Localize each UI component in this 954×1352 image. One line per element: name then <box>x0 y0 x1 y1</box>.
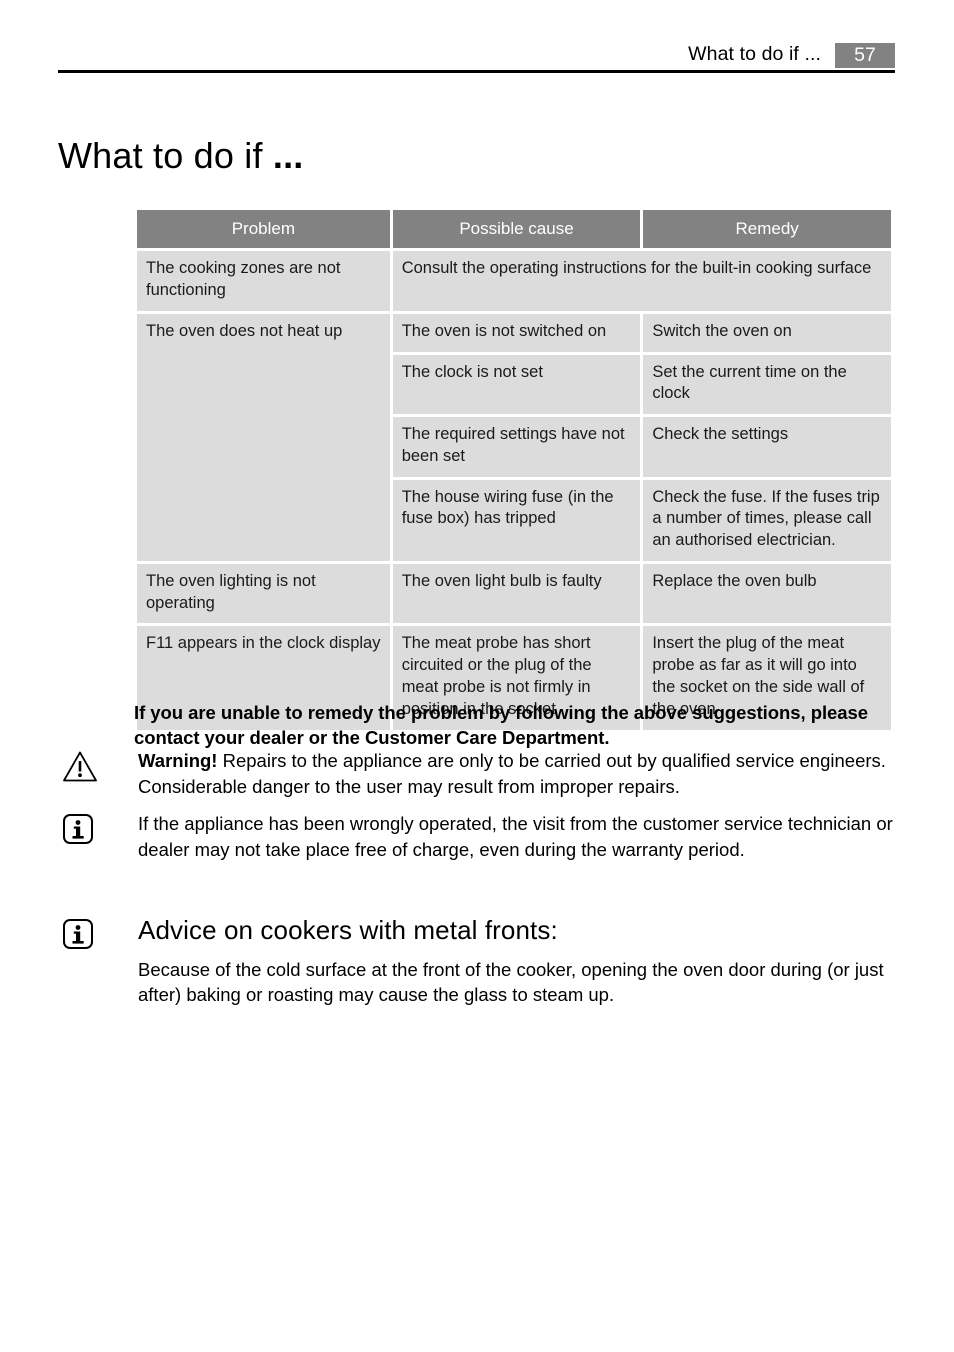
cell-remedy: Switch the oven on <box>643 313 891 352</box>
cell-cause: The oven light bulb is faulty <box>392 563 641 624</box>
cell-remedy: Check the settings <box>643 417 891 477</box>
cell-remedy: Set the current time on the clock <box>643 354 891 415</box>
cell-cause: The oven is not switched on <box>392 313 641 352</box>
cell-problem: The oven lighting is not operating <box>137 563 390 624</box>
table-row: The oven does not heat up The oven is no… <box>137 313 891 561</box>
cell-cause: The clock is not set <box>392 354 641 415</box>
warning-note: Warning! Repairs to the appliance are on… <box>58 748 898 799</box>
column-header-possible-cause: Possible cause <box>392 210 641 249</box>
advice-note-body: Advice on cookers with metal fronts: Bec… <box>138 915 898 1008</box>
warning-triangle-icon <box>58 748 138 783</box>
table-row: The oven lighting is not operating The o… <box>137 563 891 624</box>
troubleshooting-table: Problem Possible cause Remedy The cookin… <box>134 207 894 733</box>
cell-remedy: Check the fuse. If the fuses trip a numb… <box>643 479 891 561</box>
warning-note-body: Warning! Repairs to the appliance are on… <box>138 748 898 799</box>
page-number-badge: 57 <box>835 43 895 68</box>
info-icon <box>58 811 138 845</box>
column-header-problem: Problem <box>137 210 390 249</box>
cell-cause: Consult the operating instructions for t… <box>392 251 891 311</box>
table-header-row: Problem Possible cause Remedy <box>137 210 891 249</box>
page-title-ellipsis: ... <box>272 135 304 177</box>
page-title: What to do if ... <box>58 136 304 176</box>
page-running-header: What to do if ... 57 <box>58 38 895 70</box>
table-row: The cooking zones are not functioning Co… <box>137 251 891 311</box>
warning-text: Repairs to the appliance are only to be … <box>138 750 886 797</box>
cell-cause: The house wiring fuse (in the fuse box) … <box>392 479 641 561</box>
header-title: What to do if ... <box>688 42 821 65</box>
info-note: If the appliance has been wrongly operat… <box>58 811 898 862</box>
advice-note: Advice on cookers with metal fronts: Bec… <box>58 915 898 1008</box>
info-icon <box>58 916 138 950</box>
advice-heading: Advice on cookers with metal fronts: <box>138 915 558 945</box>
column-header-remedy: Remedy <box>643 210 891 249</box>
page-title-text: What to do if <box>58 135 273 177</box>
header-divider-rule <box>58 70 895 73</box>
cell-remedy: Replace the oven bulb <box>643 563 891 624</box>
advice-text: Because of the cold surface at the front… <box>138 958 884 1006</box>
info-note-text: If the appliance has been wrongly operat… <box>138 813 893 860</box>
cell-problem: The oven does not heat up <box>137 313 390 561</box>
contact-dealer-statement: If you are unable to remedy the problem … <box>134 701 868 748</box>
warning-label: Warning! <box>138 750 218 771</box>
cell-cause: The required settings have not been set <box>392 417 641 477</box>
cell-problem: The cooking zones are not functioning <box>137 251 390 311</box>
